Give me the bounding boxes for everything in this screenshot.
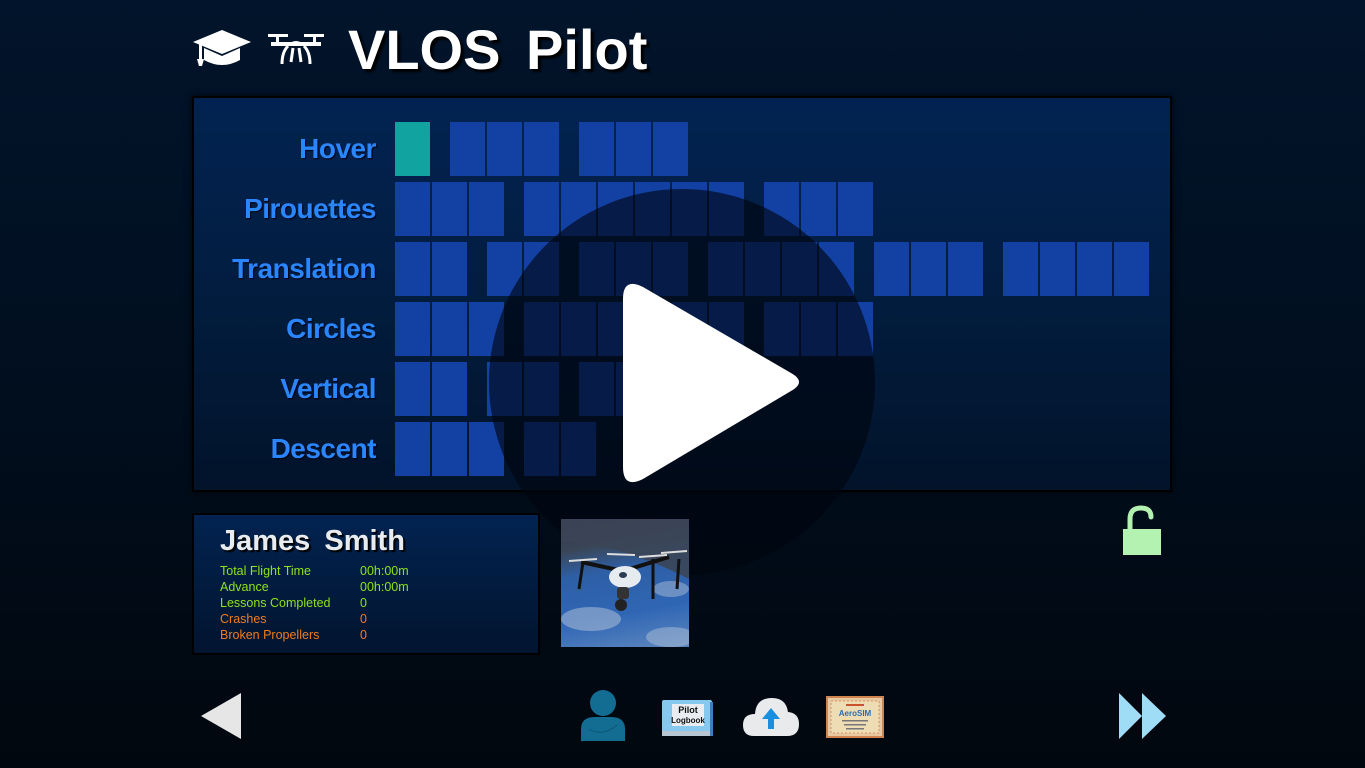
upload-button[interactable] xyxy=(742,692,800,743)
lesson-block[interactable] xyxy=(432,302,467,356)
lesson-block[interactable] xyxy=(395,302,430,356)
stat-label: Lessons Completed xyxy=(220,596,331,610)
lesson-block[interactable] xyxy=(395,362,430,416)
lesson-label-vertical: Vertical xyxy=(280,373,376,404)
lesson-block[interactable] xyxy=(395,182,430,236)
stat-value: 00h:00m xyxy=(360,580,409,594)
lesson-block[interactable] xyxy=(432,362,467,416)
play-button[interactable] xyxy=(489,189,875,575)
drone-thumbnail[interactable] xyxy=(561,519,689,647)
pilot-card: James Smith Total Flight Time 00h:00m Adva… xyxy=(192,513,540,655)
lesson-block[interactable] xyxy=(1077,242,1112,296)
stat-value: 0 xyxy=(360,596,367,610)
drone-image xyxy=(561,519,689,647)
lesson-block[interactable] xyxy=(395,422,430,476)
stat-value: 0 xyxy=(360,612,367,626)
lesson-block[interactable] xyxy=(487,122,522,176)
stat-value: 0 xyxy=(360,628,367,642)
stat-label: Crashes xyxy=(220,612,267,626)
lesson-block[interactable] xyxy=(911,242,946,296)
lesson-block[interactable] xyxy=(579,122,614,176)
lesson-block[interactable] xyxy=(432,182,467,236)
lesson-block[interactable] xyxy=(1003,242,1038,296)
lesson-block[interactable] xyxy=(395,242,430,296)
unlock-icon[interactable] xyxy=(1121,505,1161,557)
forward-button[interactable] xyxy=(1118,692,1168,745)
user-profile-icon xyxy=(581,690,625,741)
drone-icon xyxy=(266,28,326,73)
certificate-icon: AeroSIM xyxy=(826,696,884,738)
lesson-block[interactable] xyxy=(1114,242,1149,296)
lesson-label-hover: Hover xyxy=(299,133,376,164)
pilot-name: James Smith xyxy=(220,525,405,557)
logbook-button[interactable]: Pilot Logbook xyxy=(660,698,714,743)
lesson-block[interactable] xyxy=(432,242,467,296)
lesson-block[interactable] xyxy=(653,122,688,176)
profile-button[interactable] xyxy=(579,689,627,746)
lesson-block[interactable] xyxy=(395,122,430,176)
stat-label: Total Flight Time xyxy=(220,564,312,578)
lesson-label-descent: Descent xyxy=(270,433,377,464)
fast-forward-icon xyxy=(1119,693,1166,739)
logbook-icon: Pilot Logbook xyxy=(662,700,713,736)
certificate-button[interactable]: AeroSIM xyxy=(826,696,884,743)
lesson-label-pirouettes: Pirouettes xyxy=(244,193,376,224)
lesson-block[interactable] xyxy=(524,122,559,176)
lesson-block[interactable] xyxy=(450,122,485,176)
cloud-upload-icon xyxy=(743,698,799,736)
logbook-line1: Pilot xyxy=(678,705,698,715)
page-header: VLOS Pilot xyxy=(192,18,647,82)
lesson-block[interactable] xyxy=(432,422,467,476)
back-arrow-icon xyxy=(201,693,241,739)
stat-label: Broken Propellers xyxy=(220,628,320,642)
logbook-line2: Logbook xyxy=(671,716,705,725)
lesson-block[interactable] xyxy=(616,122,651,176)
lesson-block[interactable] xyxy=(948,242,983,296)
lesson-label-translation: Translation xyxy=(232,253,376,284)
lesson-label-circles: Circles xyxy=(286,313,376,344)
stat-value: 00h:00m xyxy=(360,564,409,578)
lesson-block[interactable] xyxy=(1040,242,1075,296)
graduation-cap-icon xyxy=(192,28,252,73)
page-title: VLOS Pilot xyxy=(348,18,648,81)
stat-label: Advance xyxy=(220,580,269,594)
lesson-block[interactable] xyxy=(874,242,909,296)
back-button[interactable] xyxy=(200,692,242,745)
certificate-brand: AeroSIM xyxy=(839,709,872,718)
play-icon xyxy=(623,283,799,483)
